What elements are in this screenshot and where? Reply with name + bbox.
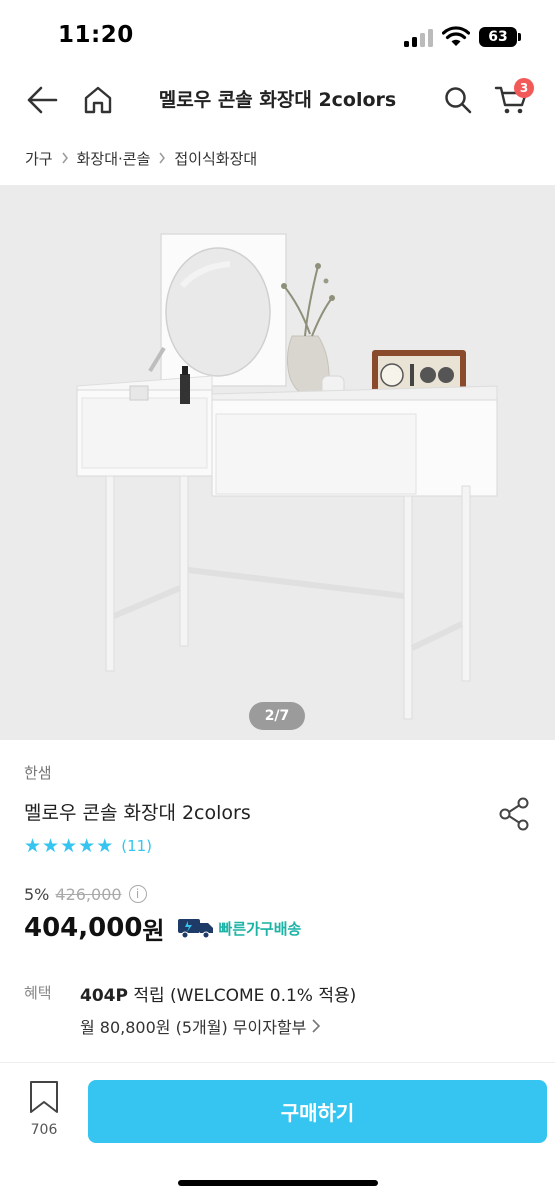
- status-bar: 11:20 63: [0, 0, 555, 70]
- star-icon: ★: [42, 834, 60, 857]
- breadcrumb-item[interactable]: 접이식화장대: [174, 148, 257, 169]
- chevron-right-icon: [61, 152, 69, 164]
- signal-icon: [404, 29, 434, 47]
- chevron-right-icon: [312, 1019, 321, 1033]
- back-button[interactable]: [22, 80, 62, 120]
- buy-button[interactable]: 구매하기: [88, 1080, 547, 1143]
- benefit-label: 혜택: [24, 984, 52, 1002]
- points-text: 적립 (WELCOME 0.1% 적용): [127, 986, 357, 1006]
- bookmark-icon: [30, 1081, 58, 1113]
- search-button[interactable]: [438, 80, 478, 120]
- installment-text: 월 80,800원 (5개월) 무이자할부: [80, 1018, 307, 1037]
- rating-row[interactable]: ★ ★ ★ ★ ★ (11): [24, 835, 152, 857]
- info-icon[interactable]: i: [128, 885, 147, 903]
- share-icon: [499, 797, 529, 831]
- home-indicator: [178, 1180, 378, 1186]
- home-icon: [84, 86, 112, 114]
- points-amount: 404P: [80, 986, 128, 1006]
- rating-stars: ★ ★ ★ ★ ★: [24, 834, 114, 857]
- back-arrow-icon: [27, 86, 58, 114]
- star-icon: ★: [24, 834, 42, 857]
- bookmark-count: 706: [30, 1122, 58, 1138]
- original-price: 426,000: [55, 884, 122, 904]
- star-icon: ★: [96, 834, 114, 857]
- status-time: 11:20: [58, 22, 134, 48]
- home-button[interactable]: [78, 80, 118, 120]
- product-image[interactable]: [0, 186, 555, 740]
- product-name: 멜로우 콘솔 화장대 2colors: [24, 802, 251, 824]
- breadcrumb: 가구 화장대·콘솔 접이식화장대: [25, 146, 257, 170]
- battery-cap: [518, 33, 521, 41]
- review-count[interactable]: (11): [121, 837, 152, 855]
- fast-delivery-label: 빠른가구배송: [218, 919, 302, 938]
- wifi-icon: [442, 26, 470, 46]
- header-title: 멜로우 콘솔 화장대 2colors: [158, 89, 397, 111]
- search-icon: [445, 87, 472, 114]
- points-benefit: 404P 적립 (WELCOME 0.1% 적용): [80, 981, 356, 1006]
- top-header: 멜로우 콘솔 화장대 2colors: [0, 70, 555, 130]
- delivery-truck-icon: [177, 919, 213, 939]
- breadcrumb-item[interactable]: 가구: [25, 148, 53, 169]
- brand-name[interactable]: 한샘: [24, 762, 52, 783]
- star-icon: ★: [60, 834, 78, 857]
- chevron-right-icon: [158, 152, 166, 164]
- fast-delivery-badge: 빠른가구배송: [177, 917, 302, 939]
- price-unit: 원: [142, 916, 165, 945]
- breadcrumb-item[interactable]: 화장대·콘솔: [77, 148, 151, 169]
- discount-rate: 5%: [24, 884, 50, 904]
- star-icon: ★: [78, 834, 96, 857]
- cart-count-badge: 3: [514, 78, 534, 98]
- bookmark-button[interactable]: 706: [22, 1080, 66, 1144]
- price-row: 404,000 원 빠른가구배송: [24, 910, 301, 946]
- installment-info[interactable]: 월 80,800원 (5개월) 무이자할부: [80, 1014, 322, 1038]
- sale-price: 404,000: [24, 913, 143, 943]
- image-counter: 2/7: [249, 702, 305, 730]
- share-button[interactable]: [496, 796, 532, 832]
- battery-icon: 63: [479, 27, 517, 47]
- discount-row: 5% 426,000 i: [24, 882, 147, 906]
- vanity-table-illustration: [76, 233, 498, 720]
